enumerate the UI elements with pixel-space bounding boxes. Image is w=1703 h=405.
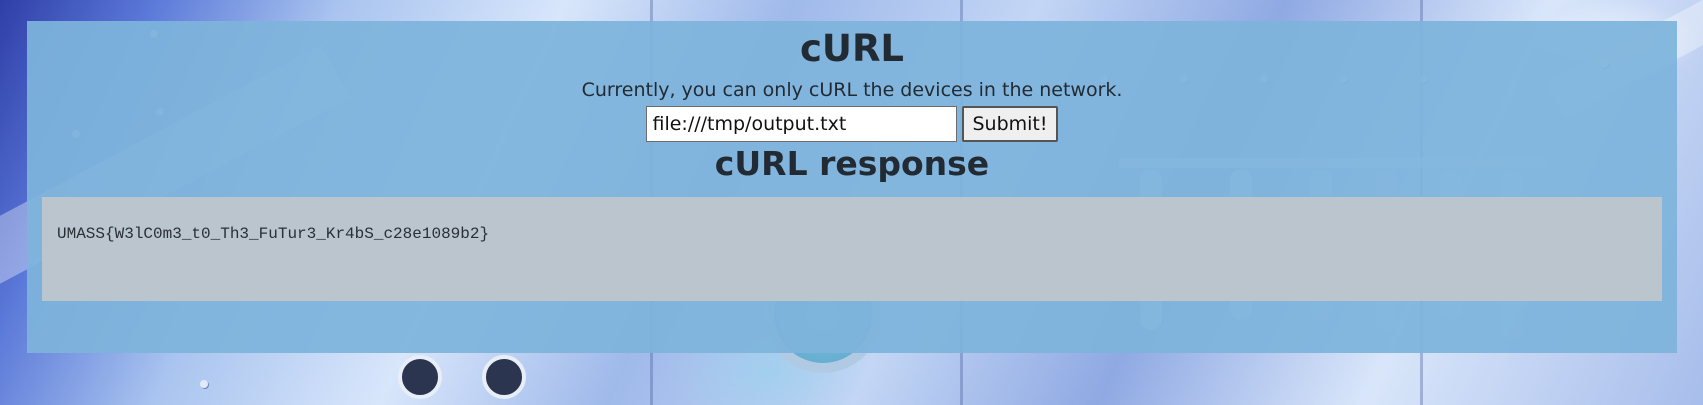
response-output: UMASS{W3lC0m3_t0_Th3_FuTur3_Kr4bS_c28e10… <box>57 225 490 243</box>
page-subtitle: Currently, you can only cURL the devices… <box>581 79 1123 101</box>
submit-button[interactable]: Submit! <box>962 106 1058 142</box>
background-fan-icon <box>398 355 442 399</box>
response-heading: cURL response <box>714 144 990 183</box>
page-title: cURL <box>799 27 905 70</box>
url-input[interactable] <box>646 106 958 142</box>
response-box: UMASS{W3lC0m3_t0_Th3_FuTur3_Kr4bS_c28e10… <box>42 197 1662 301</box>
main-panel: cURL Currently, you can only cURL the de… <box>27 21 1677 353</box>
curl-form: Submit! <box>27 106 1677 142</box>
background-rivet <box>200 380 208 388</box>
background-fan-icon <box>482 355 526 399</box>
